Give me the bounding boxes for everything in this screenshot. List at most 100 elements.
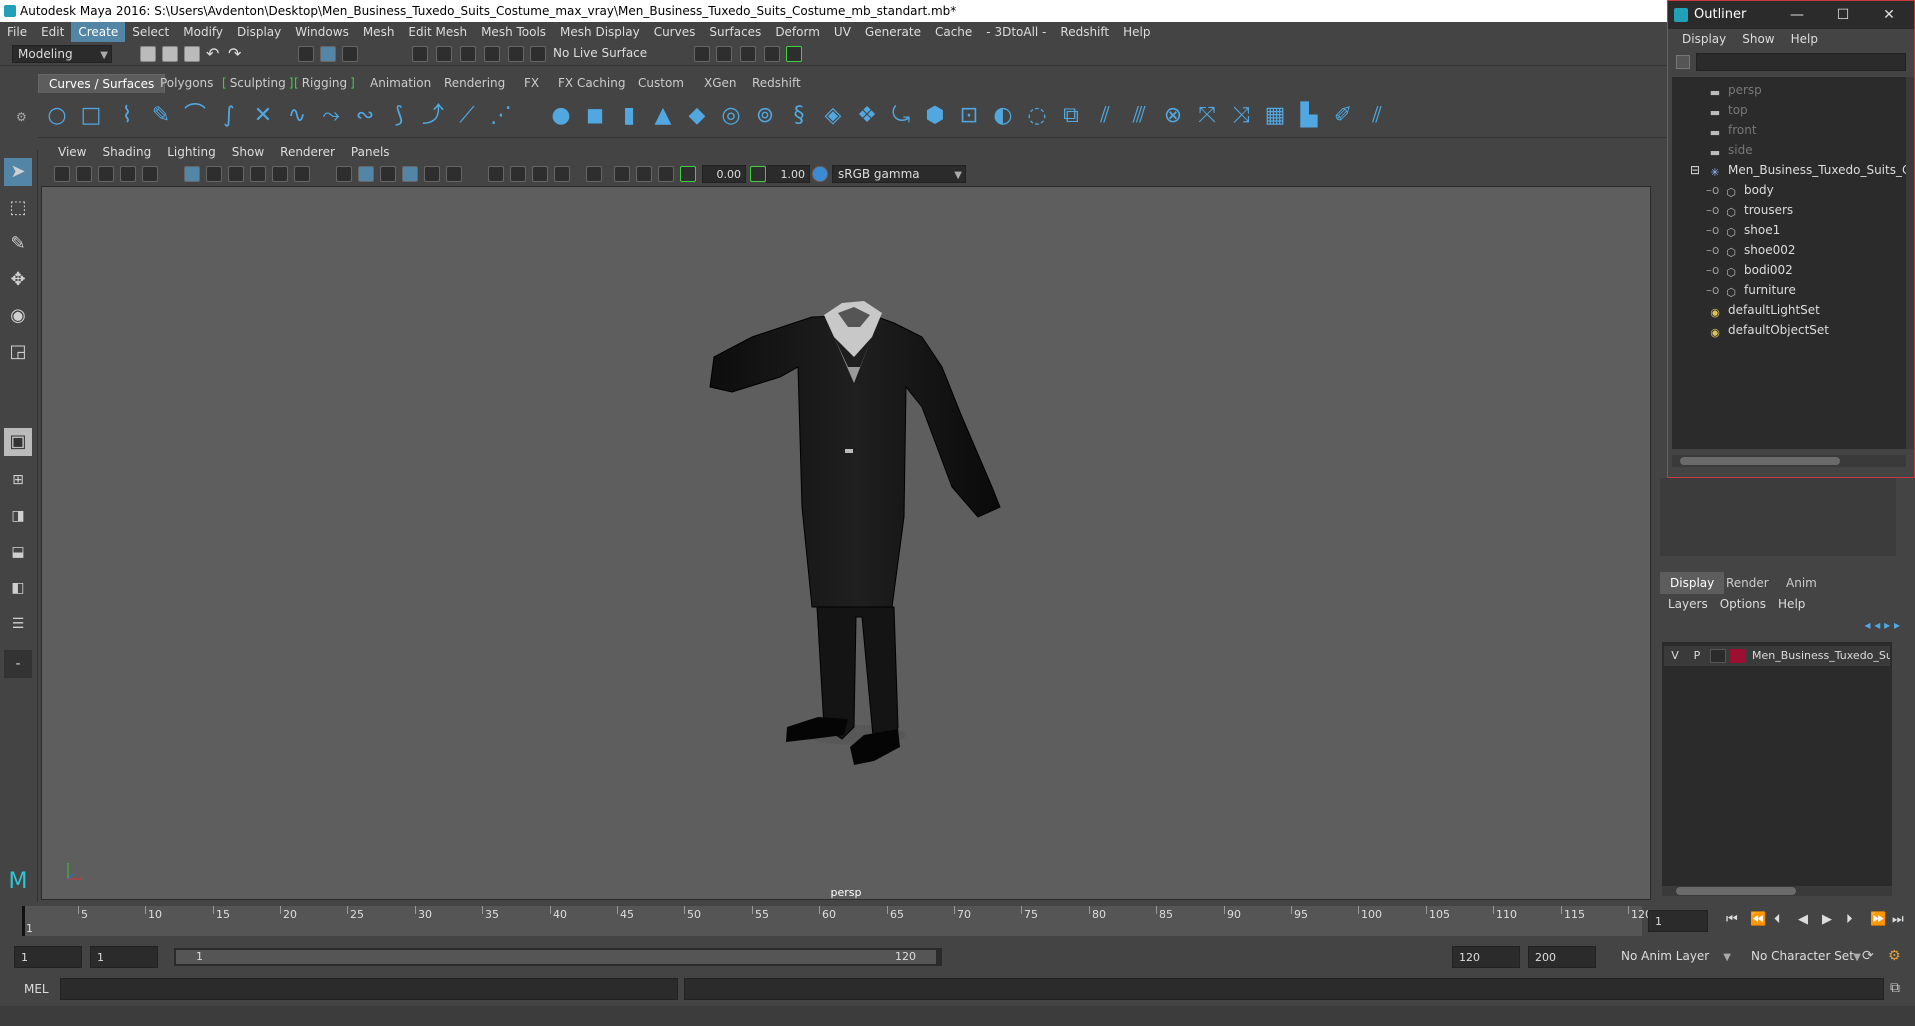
animation-preferences-icon[interactable]: ⚙ — [1888, 948, 1901, 964]
select-tool-icon[interactable]: ➤ — [4, 158, 32, 186]
save-scene-icon[interactable] — [184, 46, 200, 62]
live-surface-field[interactable]: No Live Surface — [548, 45, 654, 63]
shelf-options-gear-icon[interactable]: ⚙ — [16, 110, 27, 124]
persp-graph-layout-icon[interactable]: ⬓ — [4, 538, 32, 566]
redo-icon[interactable]: ↷ — [228, 44, 241, 63]
menu-windows[interactable]: Windows — [288, 22, 356, 42]
shelf-tab-animation[interactable]: Animation — [360, 74, 441, 93]
snap-magnet-icon[interactable] — [530, 46, 546, 62]
outliner-item[interactable]: ▬ front — [1708, 121, 1757, 139]
outliner-item[interactable]: ⬡ shoe1 — [1724, 221, 1780, 239]
nurbs-circle-icon[interactable]: ○ — [44, 103, 70, 129]
shelf-tab-fx[interactable]: FX — [514, 74, 549, 93]
shelf-tab-xgen[interactable]: XGen — [694, 74, 747, 93]
undo-icon[interactable]: ↶ — [206, 44, 219, 63]
gate-mask-icon[interactable] — [250, 166, 266, 182]
outliner-item[interactable]: ⬡ furniture — [1724, 281, 1796, 299]
menu-help[interactable]: Help — [1116, 22, 1157, 42]
rebuild-curve-icon[interactable]: ⟋ — [454, 103, 480, 129]
shelf-tab-sculpting[interactable]: [Sculpting] — [218, 74, 297, 93]
maximize-icon[interactable]: ☐ — [1820, 1, 1866, 29]
viewport-menu-panels[interactable]: Panels — [343, 145, 398, 159]
four-view-layout-icon[interactable]: ⊞ — [4, 466, 32, 494]
gamma-toggle-icon[interactable] — [750, 166, 766, 182]
layer-row[interactable]: V P Men_Business_Tuxedo_Suits_Costume — [1664, 646, 1890, 666]
nurbs-cylinder-icon[interactable]: ▮ — [616, 103, 642, 129]
bevel-plus-icon[interactable]: ◐ — [990, 103, 1016, 129]
add-points-icon[interactable]: ⋰ — [488, 103, 514, 129]
viewport-menu-renderer[interactable]: Renderer — [272, 145, 343, 159]
outliner-item[interactable]: ▬ side — [1708, 141, 1753, 159]
paint-select-icon[interactable]: ✎ — [4, 230, 32, 258]
exposure-toggle-icon[interactable] — [680, 166, 696, 182]
go-to-end-icon[interactable]: ⏭ — [1892, 912, 1904, 927]
select-object-icon[interactable] — [320, 46, 336, 62]
menu-curves[interactable]: Curves — [647, 22, 703, 42]
layer-menu-layers[interactable]: Layers — [1662, 597, 1714, 611]
film-gate-icon[interactable] — [206, 166, 222, 182]
play-forward-icon[interactable]: ▶ — [1822, 912, 1832, 927]
viewport-persp[interactable]: persp — [41, 186, 1651, 900]
side-by-side-layout-icon[interactable]: ◨ — [4, 502, 32, 530]
minimize-icon[interactable]: — — [1774, 1, 1820, 29]
menu-edit-mesh[interactable]: Edit Mesh — [401, 22, 474, 42]
outliner-item[interactable]: ▬ persp — [1708, 81, 1762, 99]
playback-end-field[interactable]: 120 — [1452, 946, 1520, 968]
depth-of-field-icon[interactable] — [554, 166, 570, 182]
square-surface-icon[interactable]: ⊡ — [956, 103, 982, 129]
outliner-menu-display[interactable]: Display — [1674, 32, 1734, 46]
shelf-tab-rendering[interactable]: Rendering — [434, 74, 515, 93]
go-to-start-icon[interactable]: ⏮ — [1726, 912, 1738, 927]
open-close-surfaces-icon[interactable]: ▙ — [1296, 103, 1322, 129]
gamma-field[interactable]: 1.00 — [766, 165, 810, 183]
menu-3dtoall[interactable]: - 3DtoAll - — [979, 22, 1053, 42]
align-surfaces-icon[interactable]: ▦ — [1262, 103, 1288, 129]
nurbs-cube-icon[interactable]: ◼ — [582, 103, 608, 129]
viewport-menu-shading[interactable]: Shading — [94, 145, 159, 159]
exposure-field[interactable]: 0.00 — [702, 165, 746, 183]
screen-space-ao-icon[interactable] — [488, 166, 504, 182]
lasso-tool-icon[interactable]: ⬚ — [4, 194, 32, 222]
menu-cache[interactable]: Cache — [928, 22, 979, 42]
extrude-icon[interactable]: ❖ — [854, 103, 880, 129]
scale-tool-icon[interactable]: ◲ — [4, 338, 32, 366]
step-back-icon[interactable]: ⏪ — [1750, 912, 1766, 927]
outliner-item[interactable]: ▬ top — [1708, 101, 1748, 119]
layer-horizontal-scrollbar[interactable] — [1662, 886, 1892, 896]
menu-mesh[interactable]: Mesh — [356, 22, 402, 42]
outliner-layout-icon[interactable]: ☰ — [4, 610, 32, 638]
loft-icon[interactable]: § — [786, 103, 812, 129]
anim-layer-dropdown[interactable]: No Anim Layer ▼ — [1616, 948, 1734, 966]
extend-curve-icon[interactable]: ⟆ — [386, 103, 412, 129]
xray-components-icon[interactable] — [658, 166, 674, 182]
outliner-item[interactable]: ✳ Men_Business_Tuxedo_Suits_Costume — [1708, 161, 1906, 179]
layer-type-toggle[interactable] — [1710, 649, 1726, 663]
new-scene-icon[interactable] — [140, 46, 156, 62]
menu-create[interactable]: Create — [71, 22, 126, 42]
layer-tab-anim[interactable]: Anim — [1776, 572, 1827, 594]
maya-home-icon[interactable]: M — [4, 868, 32, 896]
outliner-horizontal-scrollbar[interactable] — [1672, 455, 1906, 467]
project-curve-icon[interactable]: ◌ — [1024, 103, 1050, 129]
scroll-thumb[interactable] — [1680, 457, 1840, 465]
custom-layout-icon[interactable]: - — [4, 650, 32, 678]
trim-tool-icon[interactable]: ⫽ — [1092, 103, 1118, 129]
command-language-label[interactable]: MEL — [24, 982, 49, 996]
scene-end-field[interactable]: 200 — [1528, 946, 1596, 968]
shelf-tab-redshift[interactable]: Redshift — [742, 74, 811, 93]
offset-curve-icon[interactable]: ⤴ — [420, 103, 446, 129]
shelf-tab-fx-caching[interactable]: FX Caching — [548, 74, 635, 93]
viewport-menu-view[interactable]: View — [50, 145, 94, 159]
detach-curves-icon[interactable]: ⤳ — [318, 103, 344, 129]
snap-view-icon[interactable] — [484, 46, 500, 62]
nurbs-cone-icon[interactable]: ▲ — [650, 103, 676, 129]
outliner-item[interactable]: ⬡ body — [1724, 181, 1774, 199]
ipr-render-icon[interactable] — [716, 46, 732, 62]
xray-joints-icon[interactable] — [636, 166, 652, 182]
outliner-menu-help[interactable]: Help — [1783, 32, 1826, 46]
rotate-tool-icon[interactable]: ◉ — [4, 302, 32, 330]
menu-deform[interactable]: Deform — [768, 22, 827, 42]
attach-curves-icon[interactable]: ∿ — [284, 103, 310, 129]
step-forward-icon[interactable]: ⏩ — [1870, 912, 1886, 927]
outliner-item[interactable]: ⬡ trousers — [1724, 201, 1793, 219]
